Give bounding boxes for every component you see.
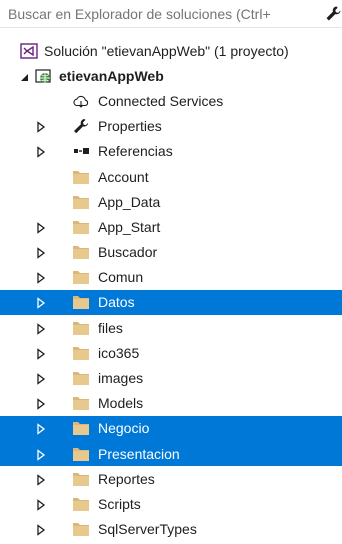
- wrench-icon[interactable]: [325, 5, 341, 23]
- tree-item-label: Presentacion: [98, 445, 180, 462]
- expand-arrow-icon[interactable]: [36, 498, 46, 511]
- expand-arrow-icon[interactable]: [36, 422, 46, 436]
- tree-item-files[interactable]: files: [0, 315, 342, 340]
- folder-icon: [72, 169, 90, 185]
- connected-services-icon: [72, 93, 90, 109]
- folder-icon: [72, 320, 90, 336]
- tree-item-presentacion[interactable]: Presentacion: [0, 441, 342, 467]
- tree-item-label: Reportes: [98, 470, 155, 487]
- tree-item-images[interactable]: images: [0, 365, 342, 390]
- tree-item-label: images: [98, 370, 144, 387]
- expand-arrow-icon[interactable]: [36, 448, 46, 461]
- tree-item-label: Comun: [98, 269, 144, 286]
- tree-item-connected-services[interactable]: Connected Services: [0, 88, 342, 113]
- tree-item-models[interactable]: Models: [0, 391, 342, 416]
- folder-icon: [72, 446, 90, 462]
- expand-arrow-icon[interactable]: [36, 372, 46, 385]
- tree-item-sqlservertypes[interactable]: SqlServerTypes: [0, 517, 342, 542]
- tree-item-label: SqlServerTypes: [98, 521, 197, 538]
- tree-item-label: Connected Services: [98, 92, 224, 109]
- expand-arrow-icon[interactable]: [36, 271, 46, 285]
- folder-icon: [72, 269, 90, 285]
- tree-item-datos[interactable]: Datos: [0, 289, 342, 316]
- folder-icon: [72, 395, 90, 411]
- solution-icon: [20, 42, 38, 59]
- tree-item-label: Referencias: [98, 143, 173, 160]
- folder-icon: [72, 471, 90, 487]
- folder-icon: [72, 244, 90, 260]
- folder-icon: [72, 420, 90, 436]
- project-label: etievanAppWeb: [59, 67, 164, 84]
- tree-item-negocio[interactable]: Negocio: [0, 415, 342, 441]
- folder-icon: [72, 219, 90, 235]
- expand-arrow-icon[interactable]: [36, 246, 46, 259]
- tree-item-scripts[interactable]: Scripts: [0, 491, 342, 516]
- search-input[interactable]: [0, 3, 318, 25]
- tree-item-label: Negocio: [98, 420, 150, 437]
- wrench-icon: [72, 118, 90, 134]
- solution-node[interactable]: Solución "etievanAppWeb" (1 proyecto): [0, 38, 342, 63]
- expand-arrow-icon[interactable]: [36, 322, 46, 335]
- tree-item-label: App_Start: [98, 218, 161, 235]
- expand-arrow-icon[interactable]: [36, 120, 46, 133]
- tree-item-reportes[interactable]: Reportes: [0, 466, 342, 491]
- expand-arrow-icon[interactable]: [36, 145, 46, 159]
- expand-arrow-icon[interactable]: [36, 347, 46, 360]
- tree-item-referencias[interactable]: Referencias: [0, 139, 342, 164]
- tree-item-label: Buscador: [98, 244, 158, 261]
- expanded-arrow-icon[interactable]: [20, 70, 30, 82]
- tree-item-buscador[interactable]: Buscador: [0, 240, 342, 265]
- tree-item-comun[interactable]: Comun: [0, 265, 342, 290]
- tree-item-label: App_Data: [98, 193, 161, 210]
- folder-icon: [72, 521, 90, 537]
- folder-icon: [72, 496, 90, 512]
- tree-item-label: Account: [98, 168, 149, 185]
- solution-label: Solución "etievanAppWeb" (1 proyecto): [44, 42, 289, 59]
- references-icon: [72, 143, 90, 159]
- project-node[interactable]: etievanAppWeb: [0, 63, 342, 88]
- tree-item-label: files: [98, 319, 123, 336]
- solution-explorer-tree: Solución "etievanAppWeb" (1 proyecto) et…: [0, 38, 342, 542]
- expand-arrow-icon[interactable]: [36, 523, 46, 536]
- expand-arrow-icon[interactable]: [36, 221, 46, 234]
- folder-icon: [72, 370, 90, 386]
- tree-item-app-start[interactable]: App_Start: [0, 214, 342, 239]
- tree-item-account[interactable]: Account: [0, 164, 342, 189]
- tree-item-label: Properties: [98, 118, 162, 135]
- tree-item-label: Datos: [98, 294, 135, 311]
- folder-icon: [72, 294, 90, 310]
- folder-icon: [72, 345, 90, 361]
- tree-item-label: ico365: [98, 344, 140, 361]
- search-bar: [0, 0, 342, 28]
- tree-item-ico365[interactable]: ico365: [0, 340, 342, 365]
- tree-item-label: Models: [98, 395, 144, 412]
- tree-item-app-data[interactable]: App_Data: [0, 189, 342, 214]
- web-project-icon: [35, 68, 53, 84]
- tree-item-label: Scripts: [98, 495, 141, 512]
- expand-arrow-icon[interactable]: [36, 296, 46, 310]
- expand-arrow-icon[interactable]: [36, 397, 46, 411]
- tree-item-properties[interactable]: Properties: [0, 114, 342, 139]
- folder-icon: [72, 194, 90, 210]
- expand-arrow-icon[interactable]: [36, 473, 46, 486]
